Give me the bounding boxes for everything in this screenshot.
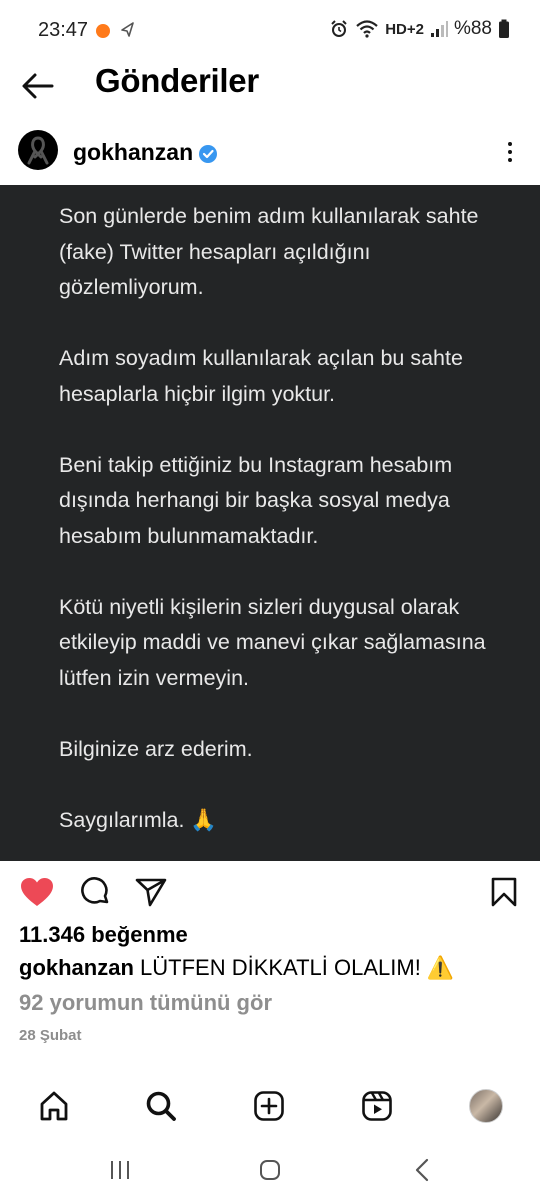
navigation-icon — [118, 20, 138, 40]
user-avatar[interactable] — [18, 130, 58, 170]
image-paragraph: Son günlerde benim adım kullanılarak sah… — [59, 204, 479, 299]
post-header: gokhanzan — [0, 124, 540, 184]
search-icon — [146, 1091, 176, 1121]
more-dot — [508, 158, 512, 162]
battery-label: %88 — [453, 18, 492, 39]
post-actions — [0, 862, 540, 920]
nav-reels-button[interactable] — [359, 1088, 395, 1124]
page-title: Gönderiler — [95, 62, 259, 99]
home-button-icon — [260, 1160, 280, 1180]
nav-create-button[interactable] — [251, 1088, 287, 1124]
post-image-text: Son günlerde benim adım kullanılarak sah… — [59, 199, 499, 838]
bottom-navigation — [0, 1080, 540, 1132]
recents-button[interactable] — [105, 1157, 135, 1183]
image-paragraph: Beni takip ettiğiniz bu Instagram hesabı… — [59, 452, 453, 548]
wifi-icon — [355, 19, 379, 39]
home-system-button[interactable] — [255, 1157, 285, 1183]
like-button[interactable] — [19, 874, 55, 910]
back-system-button[interactable] — [408, 1157, 438, 1183]
nav-profile-button[interactable] — [468, 1088, 504, 1124]
comment-button[interactable] — [77, 874, 113, 910]
send-icon — [135, 878, 167, 907]
create-icon — [254, 1091, 284, 1121]
more-options-button[interactable] — [498, 134, 522, 170]
heart-filled-icon — [21, 878, 53, 906]
arrow-left-icon — [22, 73, 54, 99]
system-navigation — [0, 1145, 540, 1195]
likes-count[interactable]: 11.346 beğenme — [19, 922, 188, 948]
page-header: Gönderiler — [0, 60, 540, 116]
signal-icon — [430, 20, 448, 38]
caption-text: LÜTFEN DİKKATLİ OLALIM! ⚠️ — [140, 955, 455, 980]
share-button[interactable] — [133, 874, 169, 910]
battery-icon — [498, 19, 510, 39]
more-dot — [508, 150, 512, 154]
recents-icon — [111, 1161, 129, 1179]
status-bar: 23:47 HD+2 %88 — [0, 0, 540, 60]
image-paragraph: Saygılarımla. 🙏 — [59, 807, 218, 832]
profile-avatar — [469, 1089, 503, 1123]
back-button[interactable] — [18, 66, 58, 106]
notification-dot-icon — [96, 24, 110, 38]
post-username[interactable]: gokhanzan — [73, 139, 193, 166]
post-caption: gokhanzan LÜTFEN DİKKATLİ OLALIM! ⚠️ — [19, 955, 454, 981]
image-paragraph: Bilginize arz ederim. — [59, 736, 253, 761]
nav-home-button[interactable] — [36, 1088, 72, 1124]
post-date: 28 Şubat — [19, 1027, 82, 1044]
home-icon — [40, 1091, 68, 1121]
alarm-icon — [329, 19, 349, 39]
view-comments-link[interactable]: 92 yorumun tümünü gör — [19, 990, 272, 1016]
image-paragraph: Kötü niyetli kişilerin sizleri duygusal … — [59, 594, 486, 690]
image-paragraph: Adım soyadım kullanılarak açılan bu saht… — [59, 346, 463, 406]
bookmark-icon — [491, 877, 517, 907]
reels-icon — [362, 1091, 392, 1121]
network-label: HD+2 — [385, 20, 424, 38]
post-image[interactable]: Son günlerde benim adım kullanılarak sah… — [0, 185, 540, 861]
status-icons: HD+2 %88 — [329, 18, 510, 40]
more-vertical-icon — [508, 142, 512, 146]
black-ribbon-icon — [27, 136, 49, 165]
caption-username[interactable]: gokhanzan — [19, 955, 134, 980]
back-icon — [415, 1158, 429, 1182]
verified-badge-icon — [198, 144, 218, 164]
comment-icon — [81, 877, 109, 904]
save-button[interactable] — [486, 874, 522, 910]
nav-search-button[interactable] — [143, 1088, 179, 1124]
status-time: 23:47 — [38, 19, 89, 41]
